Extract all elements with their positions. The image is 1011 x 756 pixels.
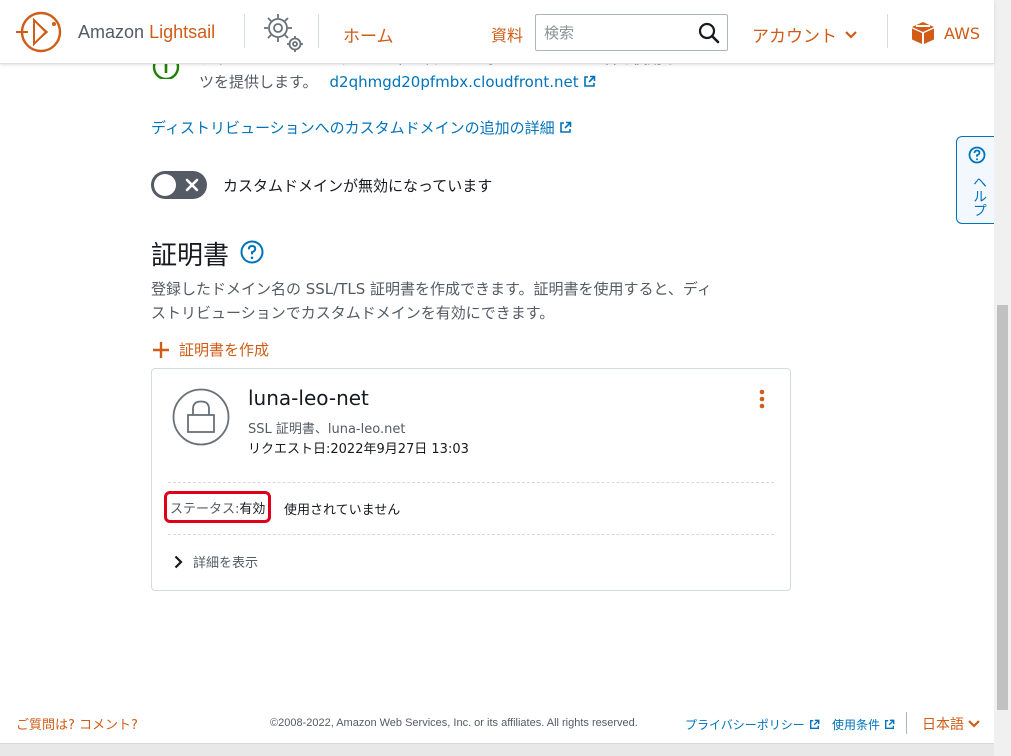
status-value: 有効 [239,501,266,517]
terms-of-use-link[interactable]: 使用条件 [832,716,895,733]
aws-console-link[interactable]: AWS [910,20,980,46]
custom-domain-toggle-label: カスタムドメインが無効になっています [223,177,493,195]
show-details-toggle[interactable]: 詳細を表示 [174,552,258,571]
certificates-heading: 証明書 [151,241,230,271]
account-label: アカウント [752,27,837,47]
search-box [535,14,728,51]
help-panel-tab[interactable]: ヘルプ [956,136,994,224]
close-icon [185,178,199,192]
external-link-icon [559,121,571,133]
chevron-right-icon [174,555,183,568]
copyright-text: ©2008-2022, Amazon Web Services, Inc. or… [270,717,638,729]
account-menu[interactable]: アカウント [752,22,857,47]
scroll-down-arrow[interactable] [994,739,1011,756]
aws-cube-icon [912,22,934,44]
certificate-usage: 使用されていません [284,503,401,518]
feedback-link[interactable]: ご質問は? コメント? [16,714,138,733]
status-label: ステータス: [170,501,240,517]
certificate-card: luna-leo-net SSL 証明書、luna-leo.net リクエスト日… [151,368,791,591]
toggle-knob [154,174,176,196]
privacy-policy-text: プライバシーポリシー [685,718,805,732]
chevron-down-icon [968,720,980,728]
top-navigation-bar: Amazon Lightsail ホーム 資料 アカウント [0,0,994,64]
cert-desc-line-1: 登録したドメイン名の SSL/TLS 証明書を作成できます。証明書を使用すると、… [151,280,712,298]
status-badge: ステータス: 有効 [164,491,272,523]
external-link-icon [583,75,595,87]
search-input[interactable] [536,15,696,50]
external-link-icon [885,719,895,729]
chevron-down-icon [845,30,857,39]
nav-docs-link[interactable]: 資料 [491,22,523,46]
settings-gear-icon[interactable] [258,10,308,56]
language-selector[interactable]: 日本語 [922,714,980,734]
help-tab-label: ヘルプ [971,175,987,217]
horizontal-scrollbar[interactable] [0,743,994,756]
header-divider [318,14,319,48]
cert-desc-line-2: ストリビューションでカスタムドメインを有効にできます。 [151,304,555,322]
default-domain-text: d2qhmgd20pfmbx.cloudfront.net [329,73,579,91]
aws-label: AWS [944,23,981,43]
language-label: 日本語 [922,717,964,733]
custom-domain-details-text: ディストリビューションへのカスタムドメインの追加の詳細 [151,119,555,137]
custom-domain-details-link[interactable]: ディストリビューションへのカスタムドメインの追加の詳細 [151,117,572,138]
certificates-description: 登録したドメイン名の SSL/TLS 証明書を作成できます。証明書を使用すると、… [151,277,761,325]
divider [168,482,774,483]
create-certificate-button[interactable]: 証明書を作成 [151,339,269,360]
help-question-icon [968,146,986,164]
info-line-2: ツを提供します。 [199,73,318,91]
terms-of-use-text: 使用条件 [832,718,881,732]
custom-domain-toggle[interactable] [151,171,207,199]
show-details-label: 詳細を表示 [193,556,259,571]
help-question-icon[interactable] [240,240,264,264]
external-link-icon [809,719,820,729]
lightsail-logo[interactable]: Amazon Lightsail [16,10,215,54]
more-actions-icon[interactable] [752,387,772,411]
logo-brand: Lightsail [149,21,216,42]
lightsail-logo-icon [16,11,62,53]
lock-icon [172,388,230,446]
scrollbar-thumb[interactable] [997,305,1008,710]
nav-home-link[interactable]: ホーム [343,22,394,47]
header-divider [887,14,888,48]
plus-icon [153,341,169,358]
certificate-request-date: リクエスト日:2022年9月27日 13:03 [248,442,469,457]
search-icon[interactable] [697,21,721,45]
certificate-name[interactable]: luna-leo-net [248,386,369,410]
default-domain-link[interactable]: d2qhmgd20pfmbx.cloudfront.net [330,73,596,91]
logo-prefix: Amazon [78,21,145,42]
privacy-policy-link[interactable]: プライバシーポリシー [685,716,820,733]
certificate-subtitle: SSL 証明書、luna-leo.net [248,422,406,437]
create-certificate-label: 証明書を作成 [179,341,270,359]
divider [168,534,774,535]
header-divider [244,14,245,48]
footer-divider [906,712,907,734]
